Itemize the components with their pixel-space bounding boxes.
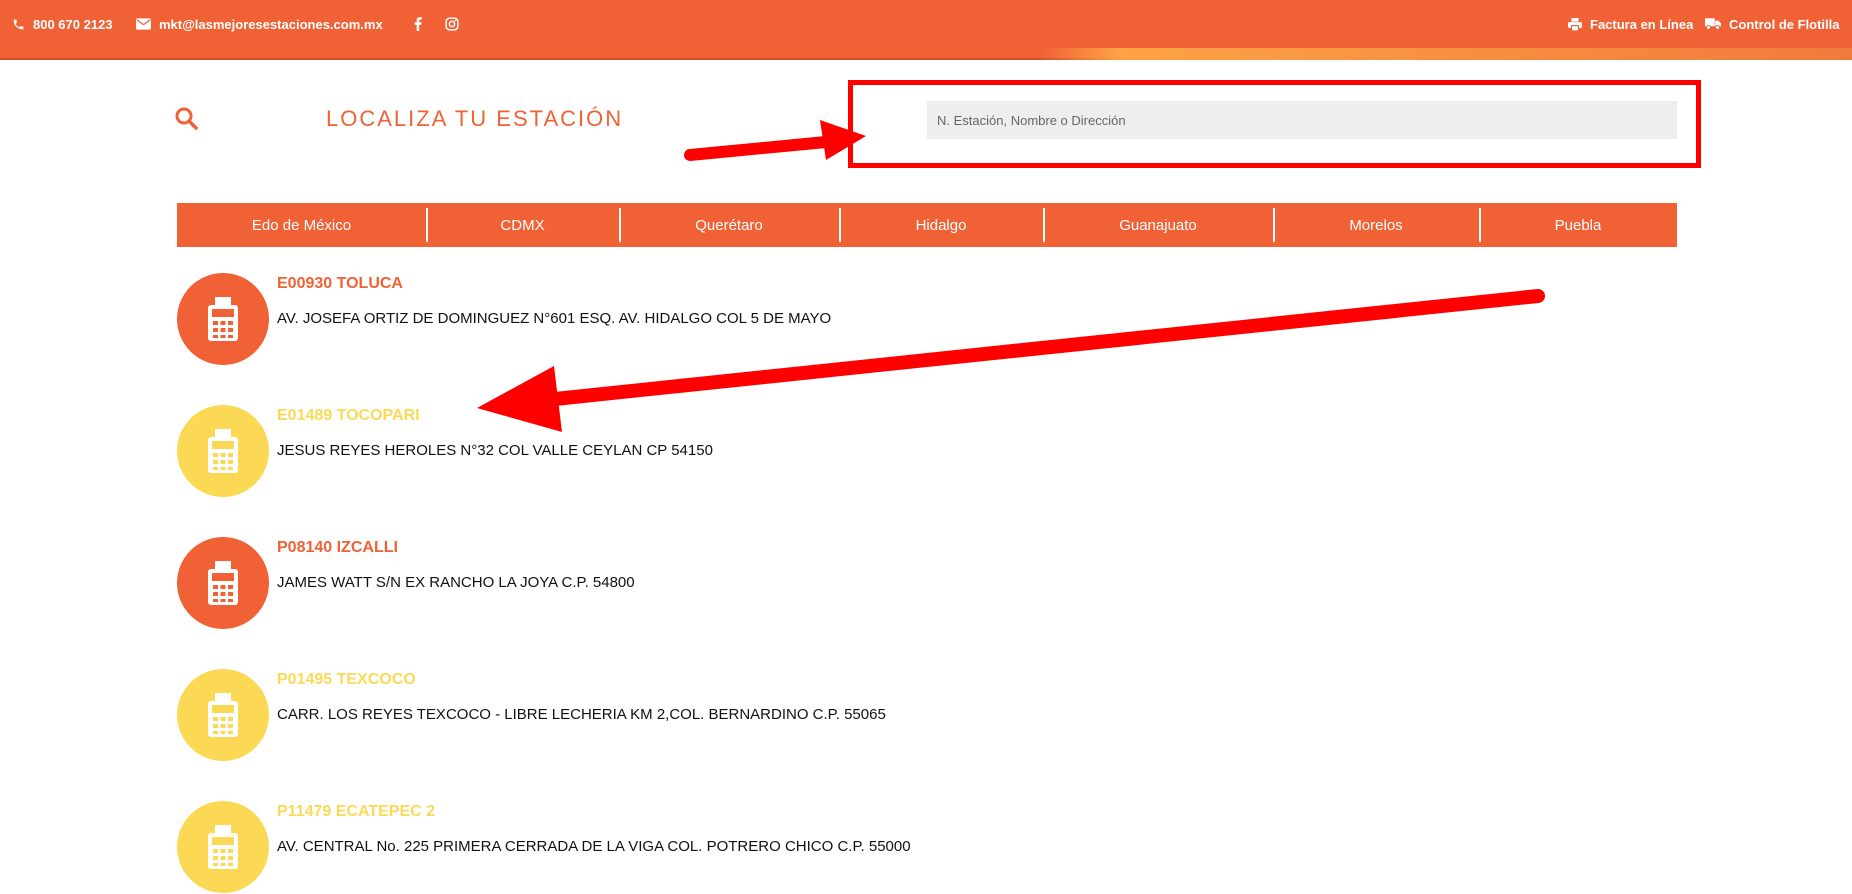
tab-edo-de-mexico[interactable]: Edo de México xyxy=(177,203,426,247)
station-icon-circle xyxy=(177,801,269,893)
station-name[interactable]: P01495 TEXCOCO xyxy=(277,671,416,689)
station-name[interactable]: E00930 TOLUCA xyxy=(277,275,403,293)
annotation-arrow-search-head xyxy=(820,120,866,160)
station-address: AV. JOSEFA ORTIZ DE DOMINGUEZ N°601 ESQ.… xyxy=(277,310,832,327)
station-address: AV. CENTRAL No. 225 PRIMERA CERRADA DE L… xyxy=(277,838,911,855)
tab-guanajuato[interactable]: Guanajuato xyxy=(1043,203,1273,247)
annotation-arrow-search xyxy=(684,136,832,161)
station-item[interactable]: E00930 TOLUCA AV. JOSEFA ORTIZ DE DOMING… xyxy=(177,273,1677,365)
station-icon-circle xyxy=(177,273,269,365)
station-address: JAMES WATT S/N EX RANCHO LA JOYA C.P. 54… xyxy=(277,574,635,591)
state-tabs: Edo de México CDMX Querétaro Hidalgo Gua… xyxy=(177,203,1677,247)
station-icon-circle xyxy=(177,669,269,761)
fuel-terminal-icon xyxy=(208,297,238,341)
tab-hidalgo[interactable]: Hidalgo xyxy=(839,203,1043,247)
fuel-terminal-icon xyxy=(208,561,238,605)
tab-queretaro[interactable]: Querétaro xyxy=(619,203,839,247)
fuel-terminal-icon xyxy=(208,429,238,473)
station-name[interactable]: E01489 TOCOPARI xyxy=(277,407,420,425)
station-item[interactable]: P01495 TEXCOCO CARR. LOS REYES TEXCOCO -… xyxy=(177,669,1677,761)
tab-puebla[interactable]: Puebla xyxy=(1479,203,1677,247)
station-item[interactable]: P08140 IZCALLI JAMES WATT S/N EX RANCHO … xyxy=(177,537,1677,629)
fuel-terminal-icon xyxy=(208,693,238,737)
station-name[interactable]: P08140 IZCALLI xyxy=(277,539,398,557)
station-name[interactable]: P11479 ECATEPEC 2 xyxy=(277,803,435,821)
station-address: CARR. LOS REYES TEXCOCO - LIBRE LECHERIA… xyxy=(277,706,886,723)
station-address: JESUS REYES HEROLES N°32 COL VALLE CEYLA… xyxy=(277,442,713,459)
station-item[interactable]: E01489 TOCOPARI JESUS REYES HEROLES N°32… xyxy=(177,405,1677,497)
fuel-terminal-icon xyxy=(208,825,238,869)
station-icon-circle xyxy=(177,537,269,629)
station-item[interactable]: P11479 ECATEPEC 2 AV. CENTRAL No. 225 PR… xyxy=(177,801,1677,893)
station-icon-circle xyxy=(177,405,269,497)
tab-morelos[interactable]: Morelos xyxy=(1273,203,1479,247)
tab-cdmx[interactable]: CDMX xyxy=(426,203,619,247)
